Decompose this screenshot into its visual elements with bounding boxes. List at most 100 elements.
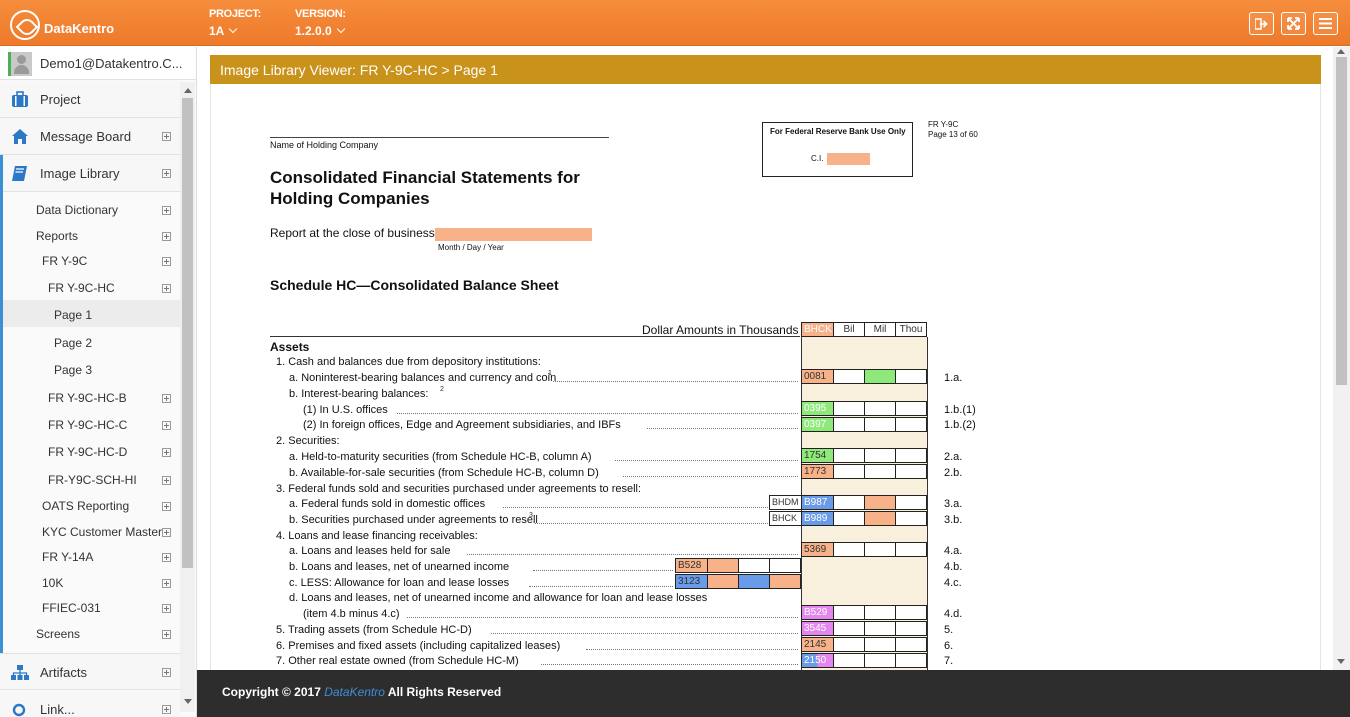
value-cell[interactable] xyxy=(895,511,927,526)
value-cell[interactable] xyxy=(895,401,927,416)
value-cell[interactable] xyxy=(895,653,927,668)
expand-icon[interactable] xyxy=(162,604,171,613)
value-cell[interactable] xyxy=(833,653,865,668)
sidebar-item-artifacts[interactable]: Artifacts xyxy=(0,653,180,690)
value-cell[interactable] xyxy=(738,574,770,589)
viewer-scroll-thumb[interactable] xyxy=(1336,57,1347,385)
value-cell[interactable] xyxy=(864,495,896,510)
version-selector[interactable]: VERSION: 1.2.0.0 xyxy=(295,8,346,38)
value-cell[interactable] xyxy=(833,401,865,416)
expand-icon[interactable] xyxy=(162,169,171,178)
value-cell[interactable] xyxy=(707,558,739,573)
value-cell[interactable] xyxy=(895,417,927,432)
item-code[interactable]: 0395 xyxy=(801,401,834,416)
item-code[interactable]: 5369 xyxy=(801,542,834,557)
value-cell[interactable] xyxy=(864,637,896,652)
item-code[interactable]: B989 xyxy=(801,511,834,526)
value-cell[interactable] xyxy=(833,417,865,432)
tree-item-fr-y-9c[interactable]: FR Y-9C xyxy=(42,254,87,268)
expand-icon[interactable] xyxy=(162,448,171,457)
value-cell[interactable] xyxy=(864,401,896,416)
item-code[interactable]: 3123 xyxy=(675,574,708,589)
value-cell[interactable] xyxy=(769,574,801,589)
logout-button[interactable] xyxy=(1249,12,1274,35)
expand-icon[interactable] xyxy=(162,232,171,241)
sidebar-item-image-library[interactable]: Image Library xyxy=(0,155,180,192)
value-cell[interactable] xyxy=(833,605,865,620)
scroll-up-icon[interactable] xyxy=(184,88,192,93)
value-cell[interactable] xyxy=(895,495,927,510)
value-cell[interactable] xyxy=(833,511,865,526)
sidebar-scrollbar[interactable] xyxy=(180,82,195,712)
expand-icon[interactable] xyxy=(162,257,171,266)
value-cell[interactable] xyxy=(833,621,865,636)
project-selector[interactable]: PROJECT: 1A xyxy=(209,8,261,38)
scroll-down-icon[interactable] xyxy=(1337,659,1345,664)
value-cell[interactable] xyxy=(769,558,801,573)
value-cell[interactable] xyxy=(833,448,865,463)
footer-brand-link[interactable]: DataKentro xyxy=(324,685,385,699)
item-code[interactable]: 1773 xyxy=(801,464,834,479)
value-cell[interactable] xyxy=(864,653,896,668)
expand-icon[interactable] xyxy=(162,668,171,677)
value-cell[interactable] xyxy=(895,542,927,557)
value-cell[interactable] xyxy=(864,417,896,432)
expand-icon[interactable] xyxy=(162,630,171,639)
value-cell[interactable] xyxy=(833,464,865,479)
tree-item-page-1[interactable]: Page 1 xyxy=(54,308,92,322)
tree-item-fr-y-14a[interactable]: FR Y-14A xyxy=(42,550,93,564)
value-cell[interactable] xyxy=(833,637,865,652)
value-cell[interactable] xyxy=(864,448,896,463)
sidebar-item-links[interactable]: Link... xyxy=(0,691,180,717)
value-cell[interactable] xyxy=(833,369,865,384)
tree-item-fr-y-9c-hc[interactable]: FR Y-9C-HC xyxy=(48,281,115,295)
tree-item-kyc-customer-master[interactable]: KYC Customer Master xyxy=(42,525,162,539)
expand-icon[interactable] xyxy=(162,579,171,588)
tree-item-10k[interactable]: 10K xyxy=(42,576,63,590)
value-cell[interactable] xyxy=(864,464,896,479)
tree-item-reports[interactable]: Reports xyxy=(36,229,78,243)
tree-item-page-2[interactable]: Page 2 xyxy=(54,336,92,350)
tree-item-fr-y9c-sch-hi[interactable]: FR-Y9C-SCH-HI xyxy=(48,473,137,487)
expand-icon[interactable] xyxy=(162,528,171,537)
value-cell[interactable] xyxy=(864,369,896,384)
sidebar-scroll-thumb[interactable] xyxy=(182,98,193,568)
expand-icon[interactable] xyxy=(162,284,171,293)
value-cell[interactable] xyxy=(895,369,927,384)
tree-item-fr-y-9c-hc-c[interactable]: FR Y-9C-HC-C xyxy=(48,418,127,432)
value-cell[interactable] xyxy=(895,605,927,620)
menu-button[interactable] xyxy=(1313,12,1338,35)
value-cell[interactable] xyxy=(895,464,927,479)
value-cell[interactable] xyxy=(895,621,927,636)
sidebar-item-message-board[interactable]: Message Board xyxy=(0,118,180,155)
tree-item-fr-y-9c-hc-b[interactable]: FR Y-9C-HC-B xyxy=(48,391,127,405)
value-cell[interactable] xyxy=(895,448,927,463)
expand-icon[interactable] xyxy=(162,476,171,485)
item-code[interactable]: B529 xyxy=(801,605,834,620)
viewer-scrollbar[interactable] xyxy=(1333,47,1350,670)
expand-icon[interactable] xyxy=(162,502,171,511)
value-cell[interactable] xyxy=(895,637,927,652)
expand-icon[interactable] xyxy=(162,206,171,215)
sidebar-item-project[interactable]: Project xyxy=(0,81,180,118)
expand-icon[interactable] xyxy=(162,705,171,714)
ci-field[interactable] xyxy=(827,153,870,165)
user-row[interactable]: Demo1@Datakentro.C... xyxy=(0,47,196,80)
expand-icon[interactable] xyxy=(162,421,171,430)
item-code[interactable]: 2145 xyxy=(801,637,834,652)
item-code[interactable]: 0081 xyxy=(801,369,834,384)
fullscreen-button[interactable] xyxy=(1281,12,1306,35)
item-code[interactable]: B528 xyxy=(675,558,708,573)
value-cell[interactable] xyxy=(833,495,865,510)
tree-item-data-dictionary[interactable]: Data Dictionary xyxy=(36,203,118,217)
expand-icon[interactable] xyxy=(162,132,171,141)
value-cell[interactable] xyxy=(738,558,770,573)
value-cell[interactable] xyxy=(833,542,865,557)
item-code[interactable]: 2150 xyxy=(801,653,834,668)
tree-item-screens[interactable]: Screens xyxy=(36,627,80,641)
value-cell[interactable] xyxy=(864,621,896,636)
value-cell[interactable] xyxy=(864,605,896,620)
tree-item-oats-reporting[interactable]: OATS Reporting xyxy=(42,499,129,513)
item-code[interactable]: B987 xyxy=(801,495,834,510)
report-date-field[interactable] xyxy=(435,228,592,241)
